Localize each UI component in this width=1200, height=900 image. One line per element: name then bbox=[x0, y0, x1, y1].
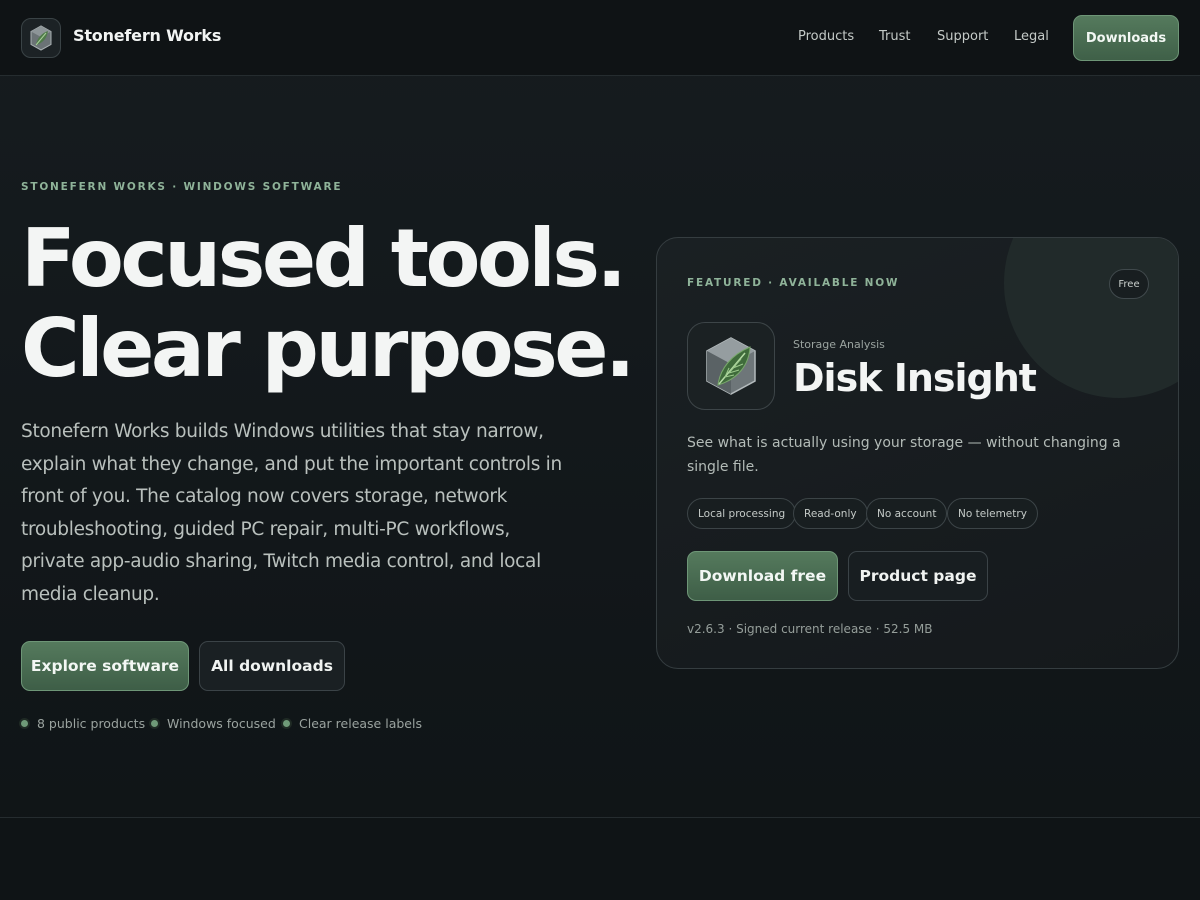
release-meta: v2.6.3 · Signed current release · 52.5 M… bbox=[687, 622, 933, 636]
hero-description: Stonefern Works builds Windows utilities… bbox=[21, 421, 562, 605]
brand-logo-icon[interactable] bbox=[21, 18, 61, 58]
explore-software-button[interactable]: Explore software bbox=[21, 641, 189, 691]
fern-leaf-hexagon-icon bbox=[687, 322, 775, 410]
nav-link-support[interactable]: Support bbox=[937, 29, 988, 44]
all-downloads-button[interactable]: All downloads bbox=[199, 641, 345, 691]
status-dot-icon bbox=[21, 720, 28, 727]
top-nav: Stonefern Works Products Trust Support L… bbox=[0, 0, 1200, 76]
brand-name[interactable]: Stonefern Works bbox=[73, 26, 221, 45]
downloads-button[interactable]: Downloads bbox=[1073, 15, 1179, 61]
next-section bbox=[0, 818, 1200, 900]
featured-eyebrow: FEATURED · AVAILABLE NOW bbox=[687, 277, 900, 289]
stat-windows: Windows focused bbox=[151, 716, 276, 731]
nav-link-trust[interactable]: Trust bbox=[879, 29, 910, 44]
status-dot-icon bbox=[283, 720, 290, 727]
featured-product-card: FEATURED · AVAILABLE NOW Free Storage An… bbox=[656, 237, 1179, 669]
status-dot-icon bbox=[151, 720, 158, 727]
hero-title: Focused tools. Clear purpose. bbox=[21, 214, 641, 394]
stat-label: Clear release labels bbox=[299, 716, 422, 731]
feature-tag: Read-only bbox=[793, 498, 868, 529]
download-free-button[interactable]: Download free bbox=[687, 551, 838, 601]
product-category: Storage Analysis bbox=[793, 338, 885, 351]
nav-link-legal[interactable]: Legal bbox=[1014, 29, 1049, 44]
stat-release-labels: Clear release labels bbox=[283, 716, 422, 731]
product-name[interactable]: Disk Insight bbox=[793, 356, 1037, 400]
feature-tag: No telemetry bbox=[947, 498, 1038, 529]
hero-eyebrow: STONEFERN WORKS · WINDOWS SOFTWARE bbox=[21, 181, 343, 193]
stat-label: 8 public products bbox=[37, 716, 146, 731]
product-description: See what is actually using your storage … bbox=[687, 435, 1121, 475]
feature-tag: Local processing bbox=[687, 498, 797, 529]
product-page-button[interactable]: Product page bbox=[848, 551, 988, 601]
stat-label: Windows focused bbox=[167, 716, 276, 731]
price-badge: Free bbox=[1109, 269, 1149, 299]
nav-link-products[interactable]: Products bbox=[798, 29, 854, 44]
stat-products: 8 public products bbox=[21, 716, 145, 731]
feature-tag: No account bbox=[866, 498, 948, 529]
hero-title-line-2: Clear purpose. bbox=[21, 302, 635, 395]
hero-title-line-1: Focused tools. bbox=[21, 212, 627, 305]
